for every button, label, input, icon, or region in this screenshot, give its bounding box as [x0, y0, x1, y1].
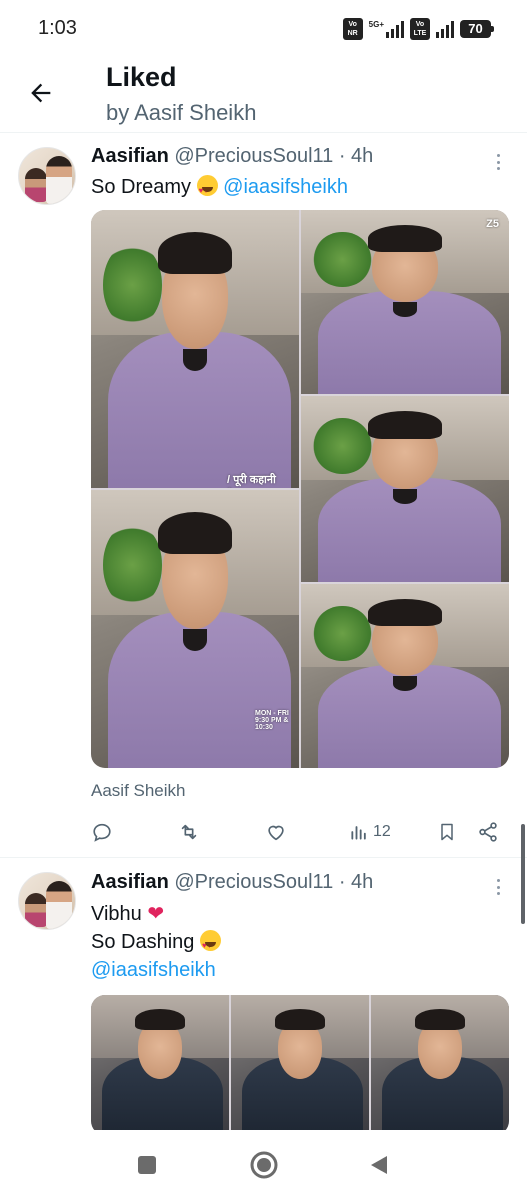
nav-recents-icon — [138, 1156, 156, 1174]
tweet-text: So Dreamy @iaasifsheikh — [91, 173, 348, 205]
avatar[interactable] — [18, 872, 76, 930]
tweet-actions: 12 — [91, 817, 509, 847]
mention-link[interactable]: @iaasifsheikh — [223, 176, 348, 198]
views-button[interactable]: 12 — [349, 822, 391, 842]
status-icons: Vo NR 5G+ Vo LTE 70 — [342, 18, 494, 40]
battery-level: 70 — [468, 21, 483, 36]
more-options-button[interactable] — [491, 151, 505, 173]
bookmark-icon — [441, 823, 453, 841]
signal-icon — [386, 20, 404, 38]
author-name[interactable]: Aasifian — [91, 145, 169, 167]
retweet-button[interactable] — [177, 821, 201, 843]
watermark-text: / पूरी कहानी देखन — [227, 474, 276, 486]
share-button[interactable] — [477, 821, 499, 843]
avatar-person — [25, 168, 47, 202]
watermark-text: Z5 — [486, 218, 499, 230]
scrollbar[interactable] — [521, 824, 525, 924]
battery-icon: 70 — [460, 20, 494, 38]
like-button[interactable] — [265, 821, 287, 843]
back-arrow-icon — [31, 83, 51, 103]
red-heart-emoji-icon: ❤ — [147, 903, 165, 925]
media-photo[interactable]: / पूरी कहानी देखन — [91, 210, 299, 488]
retweet-icon — [181, 824, 197, 840]
tweet-header: Aasifian @PreciousSoul11 · 4h — [91, 871, 373, 894]
tweet-card[interactable]: Aasifian @PreciousSoul11 · 4h So Dreamy … — [0, 133, 527, 857]
tweet-text: Vibhu ❤ So Dashing @iaasifsheikh — [91, 900, 221, 984]
volte-label: Vo LTE — [413, 21, 427, 37]
status-bar: 1:03 Vo NR 5G+ Vo LTE 70 — [0, 0, 527, 58]
nav-back-icon — [371, 1156, 387, 1174]
home-button[interactable] — [249, 1150, 279, 1180]
media-photo[interactable] — [371, 995, 509, 1135]
5g-label: 5G+ — [368, 19, 384, 29]
media-photo[interactable] — [301, 584, 509, 768]
system-nav-bar — [0, 1130, 527, 1200]
author-handle[interactable]: @PreciousSoul11 · 4h — [174, 145, 373, 167]
avatar[interactable] — [18, 147, 76, 205]
avatar-person — [46, 156, 72, 204]
more-options-button[interactable] — [491, 876, 505, 898]
avatar-person — [46, 881, 72, 929]
nav-home-icon — [250, 1151, 278, 1179]
back-button[interactable] — [24, 76, 58, 110]
page-subtitle: by Aasif Sheikh — [106, 100, 257, 125]
media-caption[interactable]: Aasif Sheikh — [91, 781, 186, 801]
tweet-media[interactable]: / पूरी कहानी देखन MON - FRI 9:30 PM & 10… — [91, 210, 509, 768]
reply-button[interactable] — [91, 821, 113, 843]
watermark-text: MON - FRI 9:30 PM & 10:30 — [255, 710, 289, 731]
share-icon — [479, 822, 497, 842]
signal-icon-2 — [436, 20, 454, 38]
tweet-text-line: Vibhu — [91, 903, 142, 925]
volte-icon: Vo LTE — [410, 18, 430, 40]
views-icon — [351, 826, 366, 840]
author-handle[interactable]: @PreciousSoul11 · 4h — [174, 871, 373, 893]
like-icon — [268, 825, 284, 841]
tweet-card[interactable]: Aasifian @PreciousSoul11 · 4h Vibhu ❤ So… — [0, 858, 527, 1135]
heart-eyes-emoji-icon — [196, 175, 218, 205]
more-icon — [496, 154, 500, 157]
more-icon — [496, 879, 500, 882]
tweet-text-line: So Dashing — [91, 931, 195, 953]
heart-eyes-emoji-icon — [199, 930, 221, 960]
tweet-media[interactable] — [91, 995, 509, 1135]
media-photo[interactable]: Z5 — [301, 210, 509, 394]
vonr-icon: Vo NR — [342, 18, 363, 40]
status-time: 1:03 — [38, 17, 77, 39]
page-header: Liked by Aasif Sheikh — [0, 58, 527, 132]
tweet-header: Aasifian @PreciousSoul11 · 4h — [91, 145, 373, 168]
recents-button[interactable] — [132, 1150, 162, 1180]
author-name[interactable]: Aasifian — [91, 871, 169, 893]
views-count: 12 — [373, 823, 391, 840]
page-title: Liked — [106, 62, 177, 92]
back-nav-button[interactable] — [364, 1150, 394, 1180]
avatar-person — [25, 893, 47, 927]
vonr-label: Vo NR — [347, 21, 358, 37]
media-photo[interactable]: MON - FRI 9:30 PM & 10:30 — [91, 490, 299, 768]
media-photo[interactable] — [91, 995, 229, 1135]
mention-link[interactable]: @iaasifsheikh — [91, 959, 216, 981]
reply-icon — [93, 823, 111, 842]
bookmark-button[interactable] — [437, 821, 457, 843]
media-photo[interactable] — [301, 396, 509, 582]
tweet-text-line: So Dreamy — [91, 176, 192, 198]
media-photo[interactable] — [231, 995, 369, 1135]
